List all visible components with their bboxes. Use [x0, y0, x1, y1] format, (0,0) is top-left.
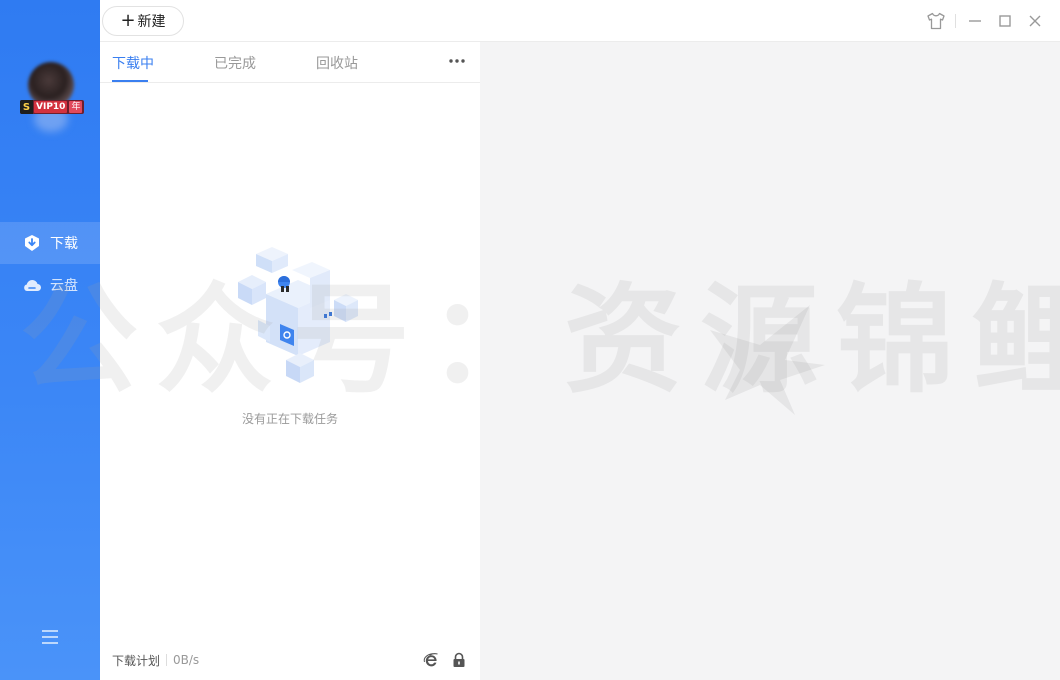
sidebar-item-label: 云盘: [50, 278, 78, 294]
status-footer: 下载计划 0B/s: [100, 640, 480, 680]
sidebar: S VIP10 年 下载 云盘: [0, 0, 100, 680]
lock-icon[interactable]: [450, 651, 468, 669]
vip-s-icon: S: [20, 100, 33, 114]
window-controls: [917, 10, 1046, 32]
detail-pane: [480, 42, 1060, 680]
active-tab-indicator: [112, 80, 148, 82]
tab-bar: 下载中 已完成 回收站: [100, 42, 480, 83]
user-profile[interactable]: S VIP10 年: [20, 58, 85, 138]
vip-badge[interactable]: S VIP10 年: [20, 100, 85, 114]
plus-icon: +: [120, 10, 136, 31]
vip-year: 年: [69, 101, 83, 113]
download-plan-link[interactable]: 下载计划: [112, 652, 160, 669]
download-panel: 下载中 已完成 回收站 没有正在下载任务 下载计划 0B/s: [100, 42, 480, 680]
sidebar-item-download[interactable]: 下载: [0, 222, 100, 264]
download-speed: 0B/s: [173, 653, 200, 667]
divider: [166, 654, 168, 666]
tab-downloading[interactable]: 下载中: [112, 53, 154, 73]
minimize-icon[interactable]: [964, 10, 986, 32]
sidebar-item-label: 下载: [50, 236, 78, 252]
tab-recycle-bin[interactable]: 回收站: [316, 53, 358, 73]
close-icon[interactable]: [1024, 10, 1046, 32]
maximize-icon[interactable]: [994, 10, 1016, 32]
new-task-label: 新建: [137, 14, 166, 30]
more-dots-icon[interactable]: [446, 52, 468, 70]
divider: [955, 14, 956, 28]
sidebar-item-cloud[interactable]: 云盘: [0, 264, 100, 306]
new-task-button[interactable]: + 新建: [102, 6, 184, 36]
cloud-icon: [22, 275, 42, 295]
hamburger-icon[interactable]: [40, 628, 60, 646]
tab-completed[interactable]: 已完成: [214, 53, 256, 73]
download-shield-icon: [22, 233, 42, 253]
top-bar: + 新建: [100, 0, 1060, 42]
empty-state-illustration: [230, 242, 370, 392]
skin-icon[interactable]: [925, 10, 947, 32]
empty-state-text: 没有正在下载任务: [241, 412, 338, 426]
ie-icon[interactable]: [422, 651, 440, 669]
footer-icons: [412, 651, 468, 669]
vip-level: VIP10: [34, 101, 68, 113]
